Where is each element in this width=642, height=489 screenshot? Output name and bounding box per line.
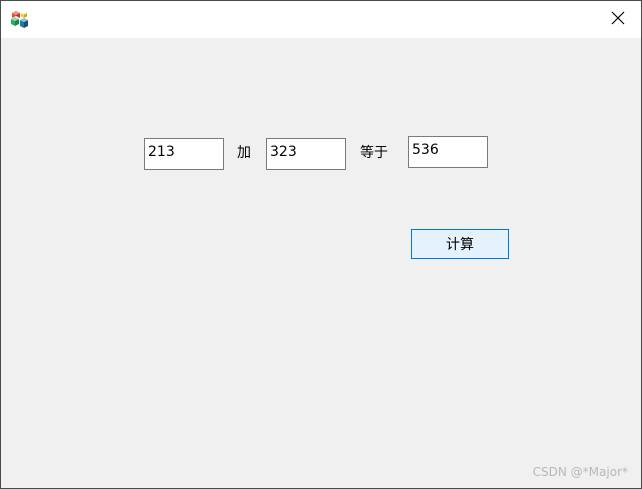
form-client-area: 213 加 323 等于 536 计算 (1, 38, 641, 488)
plus-label: 加 (237, 145, 251, 161)
operand1-textbox[interactable]: 213 (144, 138, 224, 170)
close-button[interactable] (595, 1, 641, 38)
app-cubes-icon (10, 10, 30, 30)
equals-label: 等于 (360, 145, 388, 161)
operand2-textbox[interactable]: 323 (266, 138, 346, 170)
app-window: 213 加 323 等于 536 计算 CSDN @*Major* (0, 0, 642, 489)
close-icon (611, 10, 625, 29)
calculate-button[interactable]: 计算 (411, 229, 509, 259)
watermark-text: CSDN @*Major* (532, 465, 628, 479)
result-textbox[interactable]: 536 (408, 136, 488, 168)
title-bar[interactable] (1, 1, 641, 38)
calculate-button-label: 计算 (446, 237, 474, 253)
